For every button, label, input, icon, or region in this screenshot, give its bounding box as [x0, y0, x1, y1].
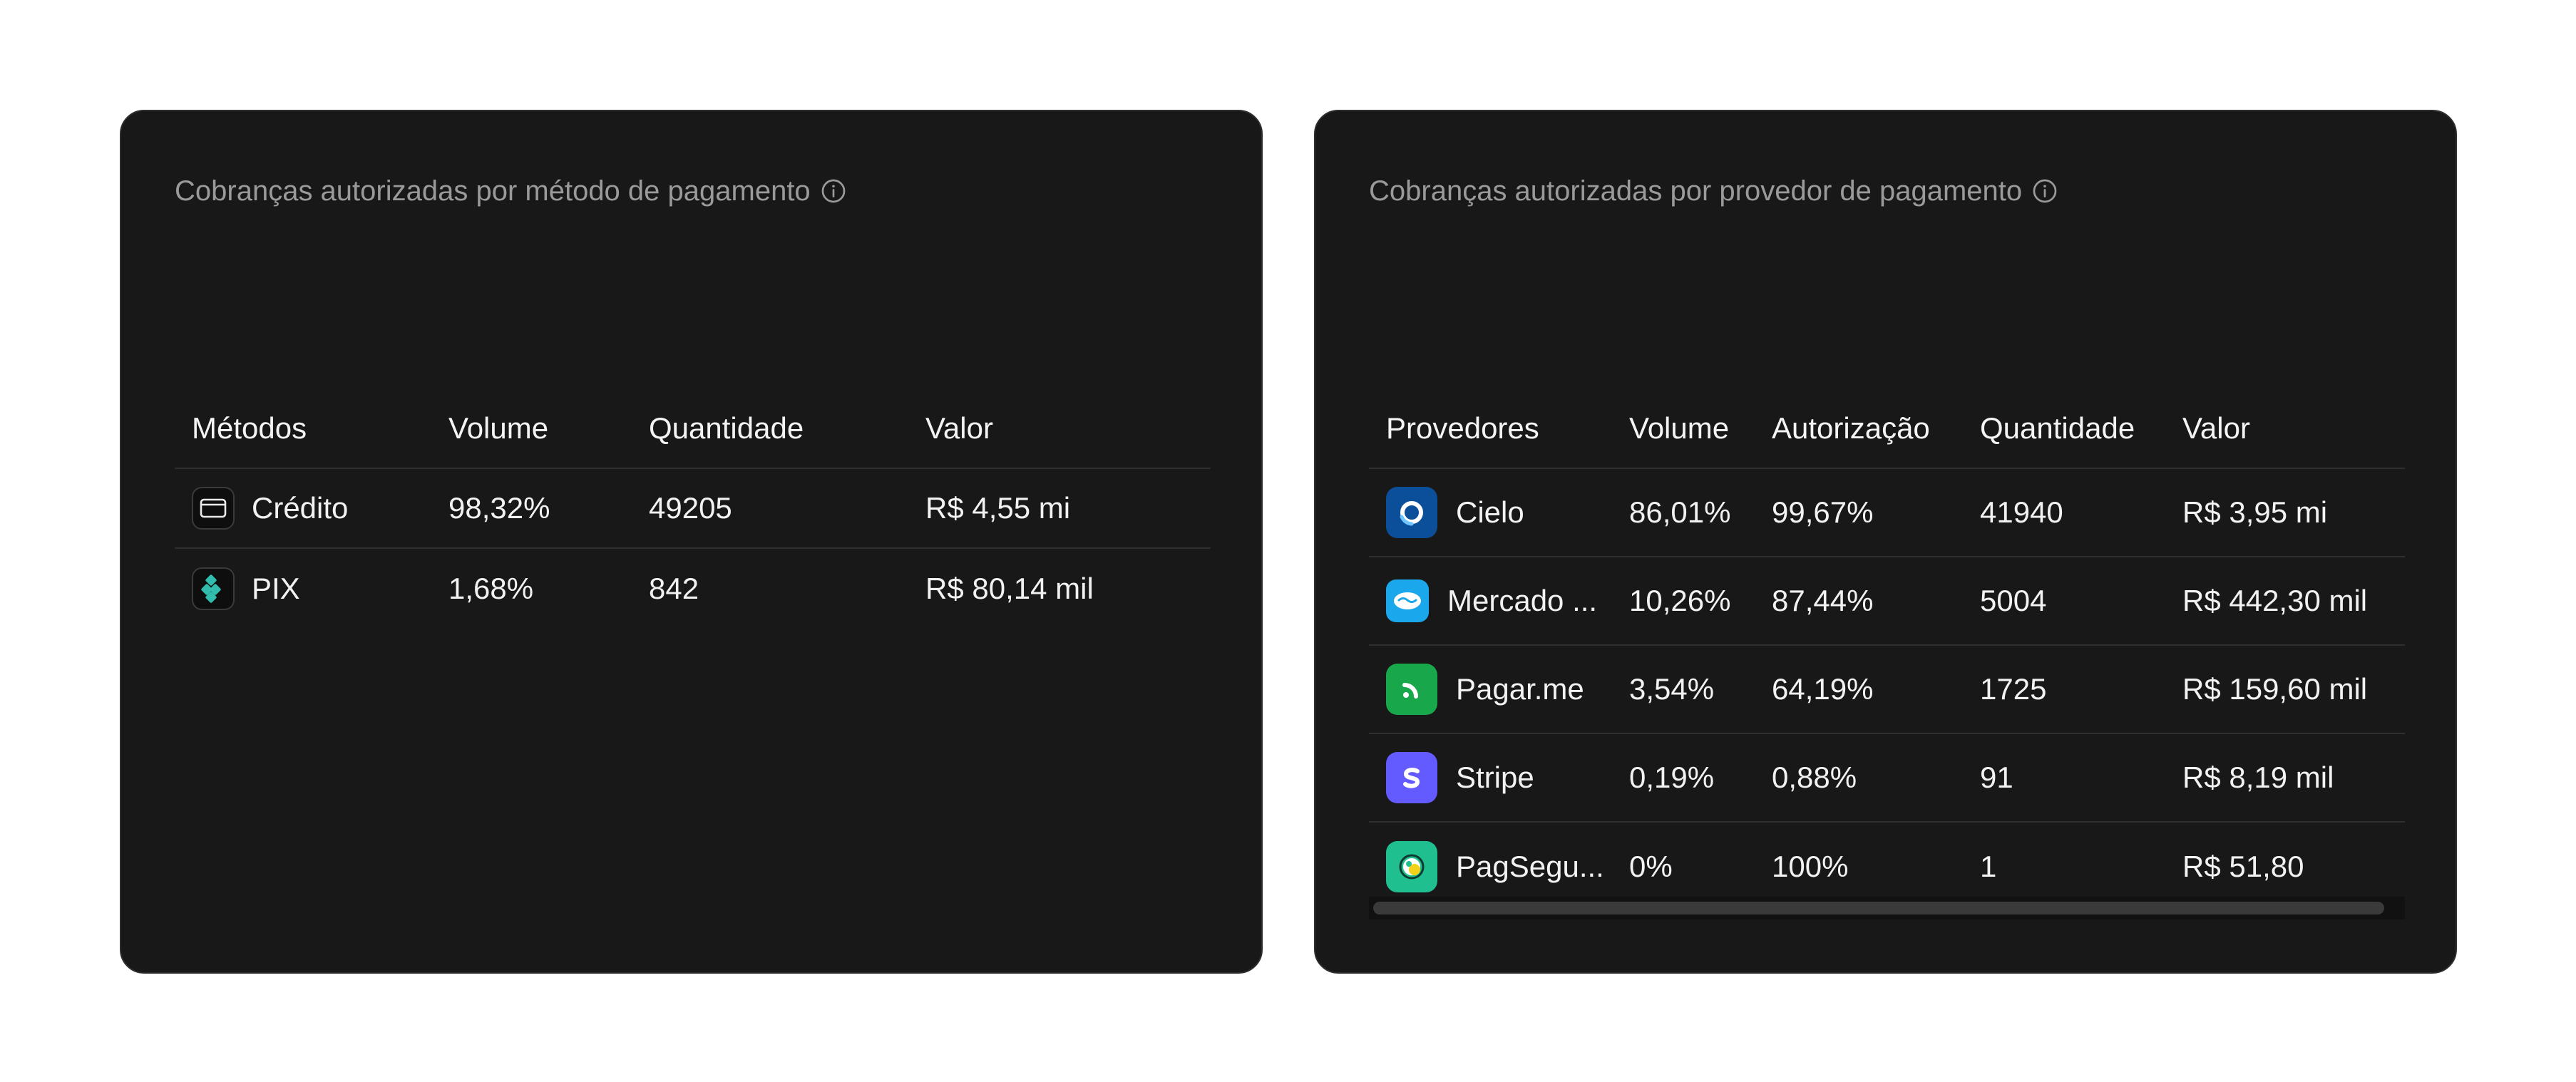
provider-name: Mercado ...: [1447, 584, 1598, 617]
method-cell: Crédito: [175, 487, 448, 530]
column-header-providers[interactable]: Provedores: [1369, 411, 1629, 445]
credit-card-icon: [192, 487, 235, 530]
volume-cell: 86,01%: [1629, 495, 1731, 529]
horizontal-scrollbar[interactable]: [1369, 897, 2405, 919]
table-row: Cielo 86,01% 99,67% 41940 R$ 3,95 mi: [1369, 469, 2405, 557]
column-header-quantity[interactable]: Quantidade: [649, 411, 925, 445]
scrollbar-thumb[interactable]: [1373, 902, 2384, 914]
value-cell: R$ 4,55 mi: [925, 491, 1071, 525]
authorization-cell: 0,88%: [1772, 761, 1857, 794]
providers-table-header: Provedores Volume Autorização Quantidade…: [1369, 389, 2405, 469]
table-row: Crédito 98,32% 49205 R$ 4,55 mi: [175, 469, 1211, 549]
authorization-cell: 100%: [1772, 850, 1849, 883]
pagarme-logo-icon: [1386, 664, 1437, 715]
info-icon[interactable]: [821, 178, 846, 204]
authorization-cell: 64,19%: [1772, 672, 1874, 706]
methods-card-title-text: Cobranças autorizadas por método de paga…: [175, 175, 811, 207]
table-row: Stripe 0,19% 0,88% 91 R$ 8,19 mil: [1369, 734, 2405, 823]
pagseguro-logo-icon: [1386, 841, 1437, 892]
provider-name: Cielo: [1456, 495, 1524, 529]
method-name: Crédito: [252, 491, 349, 525]
table-row: Pagar.me 3,54% 64,19% 1725 R$ 159,60 mil: [1369, 646, 2405, 734]
methods-table: Métodos Volume Quantidade Valor Crédito …: [175, 389, 1211, 629]
provider-name: PagSegu...: [1456, 850, 1604, 883]
provider-cell: Stripe: [1369, 752, 1629, 803]
value-cell: R$ 80,14 mil: [925, 572, 1094, 605]
table-row: PIX 1,68% 842 R$ 80,14 mil: [175, 549, 1211, 629]
volume-cell: 0%: [1629, 850, 1673, 883]
quantity-cell: 842: [649, 572, 699, 605]
value-cell: R$ 442,30 mil: [2182, 584, 2368, 617]
value-cell: R$ 159,60 mil: [2182, 672, 2368, 706]
quantity-cell: 91: [1980, 761, 2013, 794]
cielo-logo-icon: [1386, 487, 1437, 538]
dashboard-stage: Cobranças autorizadas por método de paga…: [0, 0, 2576, 1082]
provider-cell: PagSegu...: [1369, 841, 1629, 892]
authorization-cell: 87,44%: [1772, 584, 1874, 617]
quantity-cell: 1: [1980, 850, 1997, 883]
column-header-quantity[interactable]: Quantidade: [1980, 411, 2182, 445]
volume-cell: 1,68%: [448, 572, 534, 605]
quantity-cell: 49205: [649, 491, 732, 525]
provider-cell: Mercado ...: [1369, 579, 1629, 622]
provider-name: Pagar.me: [1456, 672, 1584, 706]
providers-card: Cobranças autorizadas por provedor de pa…: [1314, 110, 2457, 974]
column-header-volume[interactable]: Volume: [448, 411, 649, 445]
providers-card-title-text: Cobranças autorizadas por provedor de pa…: [1369, 175, 2023, 207]
quantity-cell: 5004: [1980, 584, 2047, 617]
provider-cell: Pagar.me: [1369, 664, 1629, 715]
value-cell: R$ 8,19 mil: [2182, 761, 2334, 794]
quantity-cell: 1725: [1980, 672, 2047, 706]
value-cell: R$ 3,95 mi: [2182, 495, 2328, 529]
method-cell: PIX: [175, 567, 448, 610]
volume-cell: 98,32%: [448, 491, 550, 525]
providers-card-title: Cobranças autorizadas por provedor de pa…: [1369, 170, 2058, 212]
volume-cell: 3,54%: [1629, 672, 1715, 706]
method-name: PIX: [252, 572, 300, 605]
volume-cell: 10,26%: [1629, 584, 1731, 617]
authorization-cell: 99,67%: [1772, 495, 1874, 529]
quantity-cell: 41940: [1980, 495, 2063, 529]
provider-name: Stripe: [1456, 761, 1534, 794]
methods-card-title: Cobranças autorizadas por método de paga…: [175, 170, 846, 212]
table-row: Mercado ... 10,26% 87,44% 5004 R$ 442,30…: [1369, 557, 2405, 646]
value-cell: R$ 51,80: [2182, 850, 2304, 883]
column-header-value[interactable]: Valor: [925, 411, 1211, 445]
mercado-pago-logo-icon: [1386, 579, 1429, 622]
column-header-authorization[interactable]: Autorização: [1772, 411, 1980, 445]
pix-icon: [192, 567, 235, 610]
provider-cell: Cielo: [1369, 487, 1629, 538]
providers-table: Provedores Volume Autorização Quantidade…: [1369, 389, 2405, 911]
column-header-volume[interactable]: Volume: [1629, 411, 1772, 445]
column-header-value[interactable]: Valor: [2182, 411, 2405, 445]
methods-table-header: Métodos Volume Quantidade Valor: [175, 389, 1211, 469]
info-icon[interactable]: [2032, 178, 2058, 204]
column-header-methods[interactable]: Métodos: [175, 411, 448, 445]
methods-card: Cobranças autorizadas por método de paga…: [120, 110, 1263, 974]
volume-cell: 0,19%: [1629, 761, 1715, 794]
stripe-logo-icon: [1386, 752, 1437, 803]
